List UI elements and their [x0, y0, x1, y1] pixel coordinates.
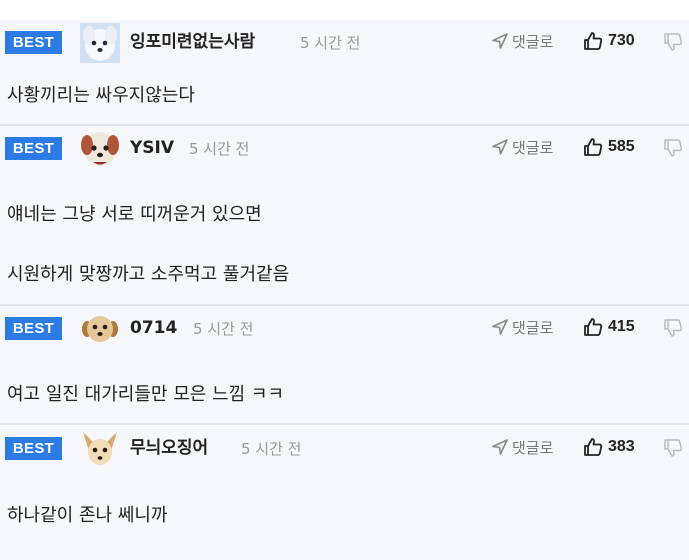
like-count: 383 [608, 438, 635, 455]
best-badge: BEST [5, 317, 62, 340]
best-badge: BEST [5, 31, 62, 54]
reply-arrow-icon [492, 439, 508, 455]
like-button[interactable]: 730 [583, 28, 635, 54]
timestamp: 5 시간 전 [193, 320, 254, 338]
comment-text: 사황끼리는 싸우지않는다 [7, 85, 195, 106]
nickname[interactable]: 무늬오징어 [130, 437, 208, 459]
white-dog-avatar-icon [80, 129, 120, 169]
comment-header: BEST 잉포미련없는사람 5 시간 전 댓글로 730 [0, 20, 689, 64]
reply-label: 댓글로 [512, 138, 554, 157]
avatar[interactable] [80, 429, 120, 469]
white-dog-avatar-icon [80, 23, 120, 63]
reply-label: 댓글로 [512, 32, 554, 51]
puppy-avatar-icon [80, 309, 120, 349]
best-badge: BEST [5, 437, 62, 460]
avatar[interactable] [80, 23, 120, 63]
comment-header: BEST 0714 5 시간 전 댓글로 415 [0, 306, 689, 350]
comment-item: BEST 무늬오징어 5 시간 전 댓글로 383 하나같이 존나 쎄니까 [0, 426, 689, 560]
avatar[interactable] [80, 309, 120, 349]
comment-list: BEST 잉포미련없는사람 5 시간 전 댓글로 730 사황끼리는 싸우지않는… [0, 0, 689, 560]
thumbs-up-icon [584, 438, 603, 456]
comment-text: 얘네는 그냥 서로 띠꺼운거 있으면 [7, 204, 262, 225]
like-count: 585 [608, 138, 635, 155]
like-button[interactable]: 585 [583, 134, 635, 160]
comment-text: 시원하게 맞짱까고 소주먹고 풀거같음 [7, 264, 290, 285]
dislike-button[interactable] [661, 315, 685, 339]
top-strip [0, 0, 689, 20]
nickname[interactable]: 잉포미련없는사람 [130, 31, 255, 53]
comment-item: BEST 잉포미련없는사람 5 시간 전 댓글로 730 사황끼리는 싸우지않는… [0, 20, 689, 124]
like-count: 415 [608, 318, 635, 335]
timestamp: 5 시간 전 [241, 440, 302, 458]
reply-arrow-icon [492, 139, 508, 155]
thumbs-down-icon [664, 319, 683, 337]
like-button[interactable]: 383 [583, 434, 635, 460]
nickname[interactable]: 0714 [130, 317, 177, 339]
reply-button[interactable]: 댓글로 [491, 434, 553, 460]
dislike-button[interactable] [661, 435, 685, 459]
comment-item: BEST YSIV 5 시간 전 댓글로 585 얘네는 그냥 서로 띠꺼운거 … [0, 126, 689, 304]
timestamp: 5 시간 전 [189, 140, 250, 158]
divider [0, 423, 689, 425]
comment-text: 하나같이 존나 쎄니까 [7, 505, 168, 526]
comment-header: BEST YSIV 5 시간 전 댓글로 585 [0, 126, 689, 170]
comment-item: BEST 0714 5 시간 전 댓글로 415 여고 일진 대가리들만 모은 … [0, 306, 689, 423]
nickname[interactable]: YSIV [130, 137, 174, 159]
reply-button[interactable]: 댓글로 [491, 28, 553, 54]
reply-button[interactable]: 댓글로 [491, 314, 553, 340]
thumbs-down-icon [664, 439, 683, 457]
reply-label: 댓글로 [512, 318, 554, 337]
thumbs-down-icon [664, 139, 683, 157]
thumbs-up-icon [584, 138, 603, 156]
reply-label: 댓글로 [512, 438, 554, 457]
avatar[interactable] [80, 129, 120, 169]
reply-button[interactable]: 댓글로 [491, 134, 553, 160]
chihuahua-avatar-icon [80, 429, 120, 469]
timestamp: 5 시간 전 [300, 34, 361, 52]
reply-arrow-icon [492, 33, 508, 49]
comment-header: BEST 무늬오징어 5 시간 전 댓글로 383 [0, 426, 689, 470]
thumbs-up-icon [584, 318, 603, 336]
best-badge: BEST [5, 137, 62, 160]
dislike-button[interactable] [661, 29, 685, 53]
comment-text: 여고 일진 대가리들만 모은 느낌 ㅋㅋ [7, 384, 285, 405]
like-count: 730 [608, 32, 635, 49]
reply-arrow-icon [492, 319, 508, 335]
thumbs-up-icon [584, 32, 603, 50]
thumbs-down-icon [664, 33, 683, 51]
like-button[interactable]: 415 [583, 314, 635, 340]
dislike-button[interactable] [661, 135, 685, 159]
